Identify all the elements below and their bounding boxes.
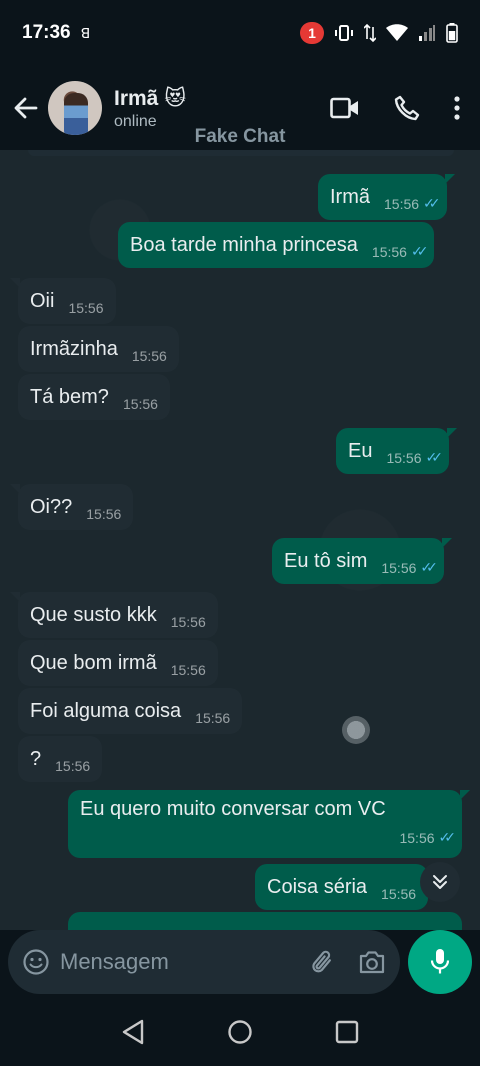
message-incoming[interactable]: Foi alguma coisa 15:56 — [18, 688, 243, 734]
message-outgoing-partial — [68, 912, 462, 930]
message-text: Irmã — [330, 185, 370, 208]
message-input-box[interactable] — [8, 930, 400, 994]
message-outgoing[interactable]: Irmã 15:56 ✓✓ — [318, 174, 455, 220]
system-nav-bar — [0, 998, 480, 1066]
message-text: Irmãzinha — [30, 337, 118, 360]
message-time: 15:56 — [399, 829, 435, 846]
message-time: 15:56 — [386, 449, 422, 466]
message-text: Eu — [348, 439, 373, 462]
message-text: Oii — [30, 289, 55, 312]
vibrate-icon — [335, 25, 353, 41]
data-arrows-icon — [364, 23, 376, 43]
message-time: 15:56 — [68, 300, 104, 316]
message-text: Eu quero muito conversar com VC — [80, 798, 386, 820]
contact-info[interactable]: Irmã 😻 online — [114, 86, 186, 131]
app-notification-icon: ꓭ — [80, 24, 91, 41]
composer-bar — [0, 930, 480, 998]
message-text: Coisa séria — [267, 875, 368, 898]
watermark: Fake Chat — [194, 126, 286, 147]
nav-home-icon[interactable] — [226, 1018, 254, 1046]
paperclip-icon[interactable] — [308, 948, 336, 976]
battery-icon — [446, 23, 458, 43]
wifi-icon — [386, 24, 408, 41]
message-incoming[interactable]: Oii 15:56 — [10, 278, 116, 324]
message-outgoing[interactable]: Eu tô sim 15:56 ✓✓ — [272, 538, 452, 584]
message-outgoing[interactable]: Eu quero muito conversar com VC 15:56 ✓✓ — [68, 790, 470, 858]
message-time: 15:56 — [170, 614, 206, 630]
message-incoming[interactable]: Que susto kkk 15:56 — [10, 592, 218, 638]
nav-recents-icon[interactable] — [334, 1019, 360, 1045]
notification-badge: 1 — [300, 22, 324, 44]
message-incoming[interactable]: Tá bem? 15:56 — [18, 374, 170, 420]
message-incoming[interactable]: Irmãzinha 15:56 — [18, 326, 179, 372]
message-time: 15:56 — [195, 710, 231, 726]
message-text: ? — [30, 747, 42, 770]
message-input[interactable] — [60, 949, 280, 975]
message-time: 15:56 — [381, 886, 417, 902]
touch-indicator — [342, 716, 370, 744]
contact-name: Irmã 😻 — [114, 86, 187, 110]
message-time: 15:56 — [371, 243, 407, 260]
camera-icon[interactable] — [358, 949, 386, 975]
message-time: 15:56 — [122, 396, 158, 412]
message-time: 15:56 — [381, 559, 417, 576]
video-camera-icon[interactable] — [330, 97, 360, 119]
message-outgoing[interactable]: Eu 15:56 ✓✓ — [336, 428, 457, 474]
message-time: 15:56 — [170, 662, 206, 678]
status-bar: 17:36 ꓭ 1 — [0, 0, 480, 66]
read-ticks-icon: ✓✓ — [425, 449, 444, 465]
message-text: Oi?? — [30, 495, 73, 518]
phone-icon[interactable] — [394, 95, 420, 121]
message-outgoing[interactable]: Boa tarde minha princesa 15:56 ✓✓ — [118, 222, 435, 268]
emoji-icon[interactable] — [22, 948, 50, 976]
message-outgoing[interactable]: Coisa séria 15:56 — [255, 864, 429, 910]
message-text: Tá bem? — [30, 385, 109, 408]
nav-back-icon[interactable] — [120, 1018, 146, 1046]
message-incoming[interactable]: Oi?? 15:56 — [9, 484, 134, 530]
read-ticks-icon: ✓✓ — [410, 243, 429, 259]
clock: 17:36 — [22, 22, 71, 43]
composer-actions — [308, 948, 386, 976]
chevrons-down-icon — [433, 875, 447, 889]
message-time: 15:56 — [384, 195, 420, 212]
message-text: Que bom irmã — [30, 651, 157, 674]
message-text: Que susto kkk — [30, 603, 157, 626]
message-text: Boa tarde minha princesa — [130, 233, 358, 256]
message-time: 15:56 — [131, 348, 167, 364]
message-time: 15:56 — [55, 758, 91, 774]
message-incoming[interactable]: ? 15:56 — [18, 736, 103, 782]
mic-button[interactable] — [408, 930, 472, 994]
message-time: 15:56 — [86, 506, 122, 522]
more-vertical-icon[interactable] — [454, 96, 460, 120]
message-incoming[interactable]: Que bom irmã 15:56 — [18, 640, 218, 686]
chat-area[interactable]: Irmã 15:56 ✓✓ Boa tarde minha princesa 15… — [0, 150, 480, 930]
header-actions — [330, 95, 468, 121]
read-ticks-icon: ✓✓ — [420, 559, 438, 575]
message-text: Eu tô sim — [284, 549, 368, 572]
read-ticks-icon: ✓✓ — [438, 829, 457, 845]
microphone-icon — [430, 949, 450, 974]
read-ticks-icon: ✓✓ — [423, 195, 441, 211]
scroll-to-bottom-button[interactable] — [420, 862, 460, 902]
signal-icon — [419, 25, 435, 41]
message-text: Foi alguma coisa — [30, 699, 182, 722]
arrow-left-icon[interactable] — [12, 94, 40, 122]
status-icons: 1 — [300, 22, 458, 44]
partial-bubble — [28, 150, 454, 156]
